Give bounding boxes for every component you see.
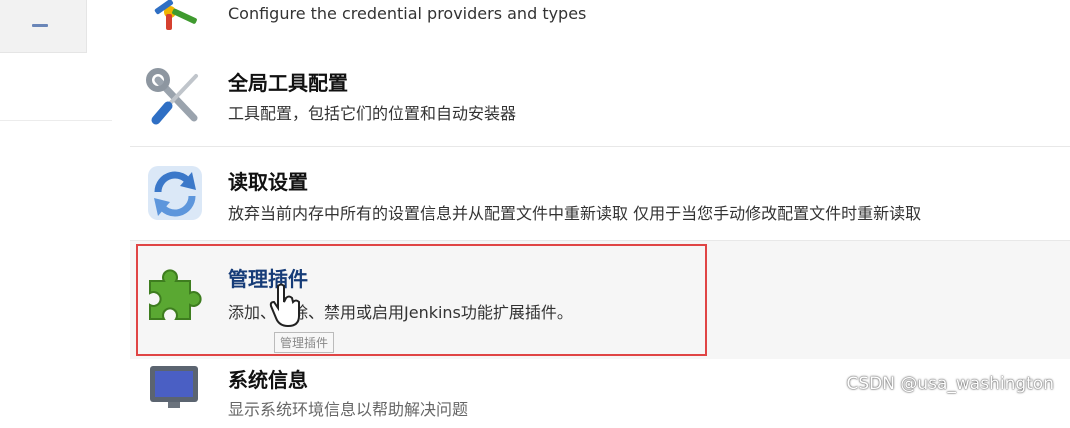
side-divider (0, 120, 112, 121)
item-description: 显示系统环境信息以帮助解决问题 (228, 400, 469, 419)
item-description: Configure the credential providers and t… (228, 4, 587, 23)
keys-icon (144, 0, 206, 30)
manage-item-reload-config[interactable]: 读取设置 放弃当前内存中所有的设置信息并从配置文件中重新读取 仅用于当您手动修改… (130, 146, 1070, 230)
watermark: CSDN @usa_washington (846, 374, 1054, 394)
monitor-icon (144, 362, 206, 424)
item-title[interactable]: 全局工具配置 (228, 67, 348, 96)
hand-cursor-icon (268, 282, 304, 328)
item-description: 工具配置，包括它们的位置和自动安装器 (228, 104, 517, 123)
item-title[interactable]: 系统信息 (228, 364, 308, 393)
reload-arrows-icon (144, 162, 206, 224)
item-description: 放弃当前内存中所有的设置信息并从配置文件中重新读取 仅用于当您手动修改配置文件时… (228, 204, 922, 223)
manage-item-global-tools[interactable]: 全局工具配置 工具配置，包括它们的位置和自动安装器 (130, 56, 1070, 132)
row-divider (130, 146, 1070, 147)
side-panel (0, 0, 87, 53)
item-title[interactable]: 读取设置 (228, 166, 308, 195)
puzzle-piece-icon (144, 263, 206, 325)
wrench-screwdriver-icon (144, 66, 206, 128)
collapse-icon[interactable] (32, 24, 48, 27)
tooltip: 管理插件 (274, 332, 335, 353)
manage-item-credentials[interactable]: Configure the credential providers and t… (130, 0, 1070, 40)
